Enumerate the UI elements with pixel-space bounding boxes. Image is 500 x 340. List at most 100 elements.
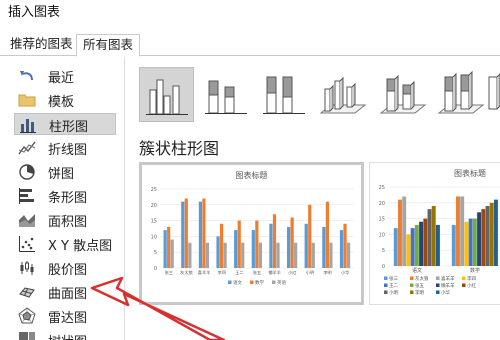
y-tick-label: 15 xyxy=(379,217,385,223)
chart-type-surface[interactable]: 曲面图 xyxy=(14,281,116,303)
x-tick-label: 喜羊羊 xyxy=(198,269,211,276)
legend-swatch xyxy=(410,283,414,287)
folder-icon xyxy=(18,94,36,107)
legend-swatch xyxy=(436,276,440,280)
bar xyxy=(188,242,192,268)
bar xyxy=(419,221,424,266)
bar xyxy=(398,199,402,266)
bar xyxy=(329,242,333,268)
x-tick-label: 小华 xyxy=(341,269,349,276)
legend-swatch xyxy=(384,283,388,287)
x-tick-label: 数学 xyxy=(470,267,480,274)
chart-subtype-pane: 簇状柱形图 图表标题 0 5 10 15 20 25 张三 灰太狼 喜羊羊 李四 王二 张五 懒羊羊 小红… xyxy=(124,57,500,340)
bar xyxy=(286,226,291,268)
y-tick-label: 5 xyxy=(382,248,385,254)
bar xyxy=(163,230,167,268)
stacked-column-icon xyxy=(205,80,247,114)
x-tick-label: 灰太狼 xyxy=(180,269,193,276)
tab-all-charts[interactable]: 所有图表 xyxy=(76,34,141,57)
line-chart-icon xyxy=(18,141,36,155)
chart-type-column[interactable]: 柱形图 xyxy=(14,113,116,135)
y-tick-label: 5 xyxy=(154,250,157,256)
clustered-column-icon xyxy=(146,79,188,115)
3d-column-variant[interactable] xyxy=(479,67,500,122)
bar xyxy=(237,220,241,268)
column-chart-icon xyxy=(20,119,36,133)
bar xyxy=(170,239,174,268)
pie-chart-icon xyxy=(19,164,35,180)
chart-type-label: 曲面图 xyxy=(48,287,88,302)
dialog-tabs: 推荐的图表 所有图表 xyxy=(0,32,500,57)
y-tick-label: 20 xyxy=(379,201,385,207)
bar-chart-icon xyxy=(19,188,34,204)
tab-recommended-charts[interactable]: 推荐的图表 xyxy=(4,34,79,56)
3d-stacked-column-variant[interactable] xyxy=(375,67,430,122)
chart-preview-by-subject[interactable]: 图表标题 0 5 10 15 20 25 语文 数学 张三 灰太狼 喜羊羊 李四 王二 张五 懒羊羊 小红 小明… xyxy=(369,162,500,305)
chart-preview-by-student[interactable]: 图表标题 0 5 10 15 20 25 张三 灰太狼 喜羊羊 李四 王二 张五 懒羊羊 小红 小明 李明 小华… xyxy=(139,162,364,305)
y-tick-label: 0 xyxy=(154,266,157,272)
chart-type-label: 最近 xyxy=(48,71,75,86)
bar xyxy=(343,223,347,268)
3d-stacked-column-icon xyxy=(379,74,427,114)
legend-label: 喜羊羊 xyxy=(441,275,455,282)
3d-clustered-column-variant[interactable] xyxy=(315,67,370,122)
stacked-column-variant[interactable] xyxy=(199,67,254,122)
legend-label: 英语 xyxy=(277,279,286,286)
chart-type-radar[interactable]: 雷达图 xyxy=(14,305,116,327)
legend-label: 懒羊羊 xyxy=(441,282,455,289)
bar xyxy=(255,220,259,268)
bar xyxy=(393,228,398,266)
x-tick-label: 李四 xyxy=(218,269,226,275)
chart-type-line[interactable]: 折线图 xyxy=(14,137,116,159)
bar xyxy=(468,218,473,266)
bar xyxy=(346,242,351,268)
chart-type-treemap[interactable]: 树状图 xyxy=(14,329,116,340)
chart-type-label: 股价图 xyxy=(48,263,88,278)
x-tick-label: 懒羊羊 xyxy=(268,269,281,276)
x-tick-label: 小明 xyxy=(306,269,314,276)
bar xyxy=(489,202,494,266)
legend-swatch xyxy=(436,283,440,287)
treemap-chart-icon xyxy=(19,332,35,340)
bar xyxy=(251,230,255,268)
bar xyxy=(311,242,315,268)
bar xyxy=(456,196,460,266)
chart-type-templates[interactable]: 模板 xyxy=(14,89,116,111)
x-tick-label: 李明 xyxy=(323,269,331,276)
legend-label: 语文 xyxy=(233,279,242,286)
dialog-titlebar: 插入图表 xyxy=(0,0,500,32)
y-tick-label: 0 xyxy=(382,264,385,270)
chart-type-stock[interactable]: 股价图 xyxy=(14,257,116,279)
bar xyxy=(472,218,477,266)
legend-swatch xyxy=(436,290,440,294)
clustered-column-variant[interactable] xyxy=(139,67,194,122)
bar xyxy=(202,198,206,268)
legend-label: 小红 xyxy=(467,282,476,289)
chart-type-bar[interactable]: 条形图 xyxy=(14,185,116,207)
chart-type-pie[interactable]: 饼图 xyxy=(14,161,116,183)
bar xyxy=(269,223,273,268)
bar xyxy=(427,209,432,266)
y-tick-label: 10 xyxy=(151,234,157,240)
legend-swatch xyxy=(272,280,276,284)
chart-type-recent[interactable]: 最近 xyxy=(14,65,116,87)
bar xyxy=(219,223,224,268)
legend-swatch xyxy=(462,276,466,280)
bar xyxy=(431,205,436,266)
chart-type-scatter[interactable]: X Y 散点图 xyxy=(14,233,116,255)
legend-swatch xyxy=(462,283,466,287)
bar xyxy=(481,209,486,266)
x-tick-label: 语文 xyxy=(412,267,422,274)
bar xyxy=(406,234,411,266)
legend-swatch xyxy=(228,280,232,284)
subtype-section-title: 簇状柱形图 xyxy=(139,139,220,158)
y-tick-label: 15 xyxy=(151,219,157,225)
chart-type-area[interactable]: 面积图 xyxy=(14,209,116,231)
bar xyxy=(304,223,308,268)
bar xyxy=(272,214,277,268)
percent-stacked-column-variant[interactable] xyxy=(257,67,312,122)
3d-column-icon xyxy=(488,73,500,110)
legend-swatch xyxy=(250,280,254,284)
legend-swatch xyxy=(410,276,414,280)
bar xyxy=(464,221,469,266)
